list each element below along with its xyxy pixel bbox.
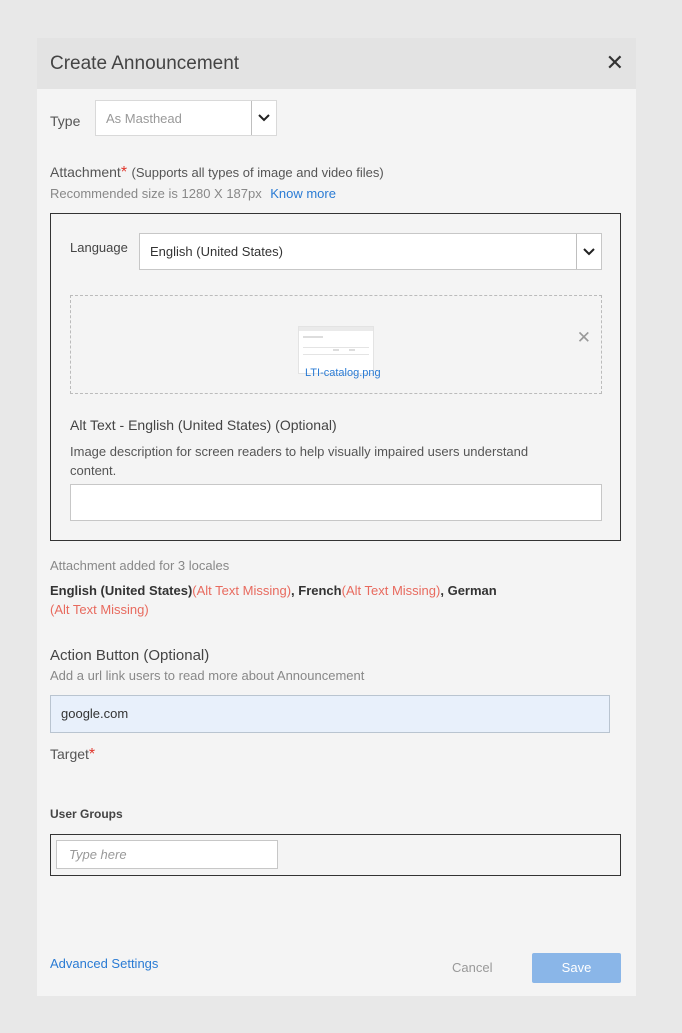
language-label: Language [70,240,128,255]
chevron-down-icon[interactable] [251,101,276,135]
dialog-title: Create Announcement [50,53,240,74]
target-label: Target [50,746,89,762]
target-heading: Target* [50,746,95,764]
language-select-value: English (United States) [150,244,283,259]
type-select-value: As Masthead [106,111,182,126]
action-url-input[interactable]: google.com [50,695,610,733]
dialog-header: Create Announcement ✕ [37,38,636,89]
save-button[interactable]: Save [532,953,621,983]
close-icon[interactable]: ✕ [606,52,624,74]
attachment-box: Language English (United States) LTI-cat… [50,213,621,541]
remove-file-icon[interactable]: ✕ [577,328,591,348]
type-label: Type [50,113,81,129]
language-select[interactable]: English (United States) [139,233,602,270]
chevron-down-icon[interactable] [576,234,601,269]
locales-summary: Attachment added for 3 locales [50,558,230,573]
locale-status-list: English (United States)(Alt Text Missing… [50,583,497,598]
alt-text-title: Alt Text - English (United States) (Opti… [70,417,337,433]
attachment-heading: Attachment* (Supports all types of image… [50,164,384,182]
know-more-link[interactable]: Know more [270,186,336,201]
required-marker: * [88,746,96,763]
recommended-size: Recommended size is 1280 X 187px [50,186,262,201]
create-announcement-dialog: Create Announcement ✕ Type As Masthead A… [37,38,636,996]
locale-name: French [298,583,342,598]
alt-text-missing: (Alt Text Missing) [192,583,292,598]
file-name-link[interactable]: LTI-catalog.png [305,367,381,379]
locale-name: German [447,583,497,598]
attachment-label: Attachment [50,164,121,180]
action-button-description: Add a url link users to read more about … [50,668,365,683]
cancel-button[interactable]: Cancel [452,960,492,975]
alt-text-missing: (Alt Text Missing) [50,602,149,617]
advanced-settings-link[interactable]: Advanced Settings [50,956,158,971]
type-select[interactable]: As Masthead [95,100,277,136]
action-button-label: Action Button (Optional) [50,647,210,664]
alt-text-description: Image description for screen readers to … [70,444,529,478]
recommended-size-row: Recommended size is 1280 X 187px Know mo… [50,185,336,203]
alt-text-missing: (Alt Text Missing) [341,583,441,598]
user-groups-label: User Groups [50,807,123,821]
file-drop-zone[interactable]: LTI-catalog.png ✕ [70,295,602,394]
required-marker: * [120,164,128,181]
attachment-note: (Supports all types of image and video f… [131,165,384,180]
user-groups-box: Type here [50,834,621,876]
user-groups-input[interactable]: Type here [56,840,278,869]
locale-name: English (United States) [50,583,193,598]
alt-text-input[interactable] [70,484,602,521]
